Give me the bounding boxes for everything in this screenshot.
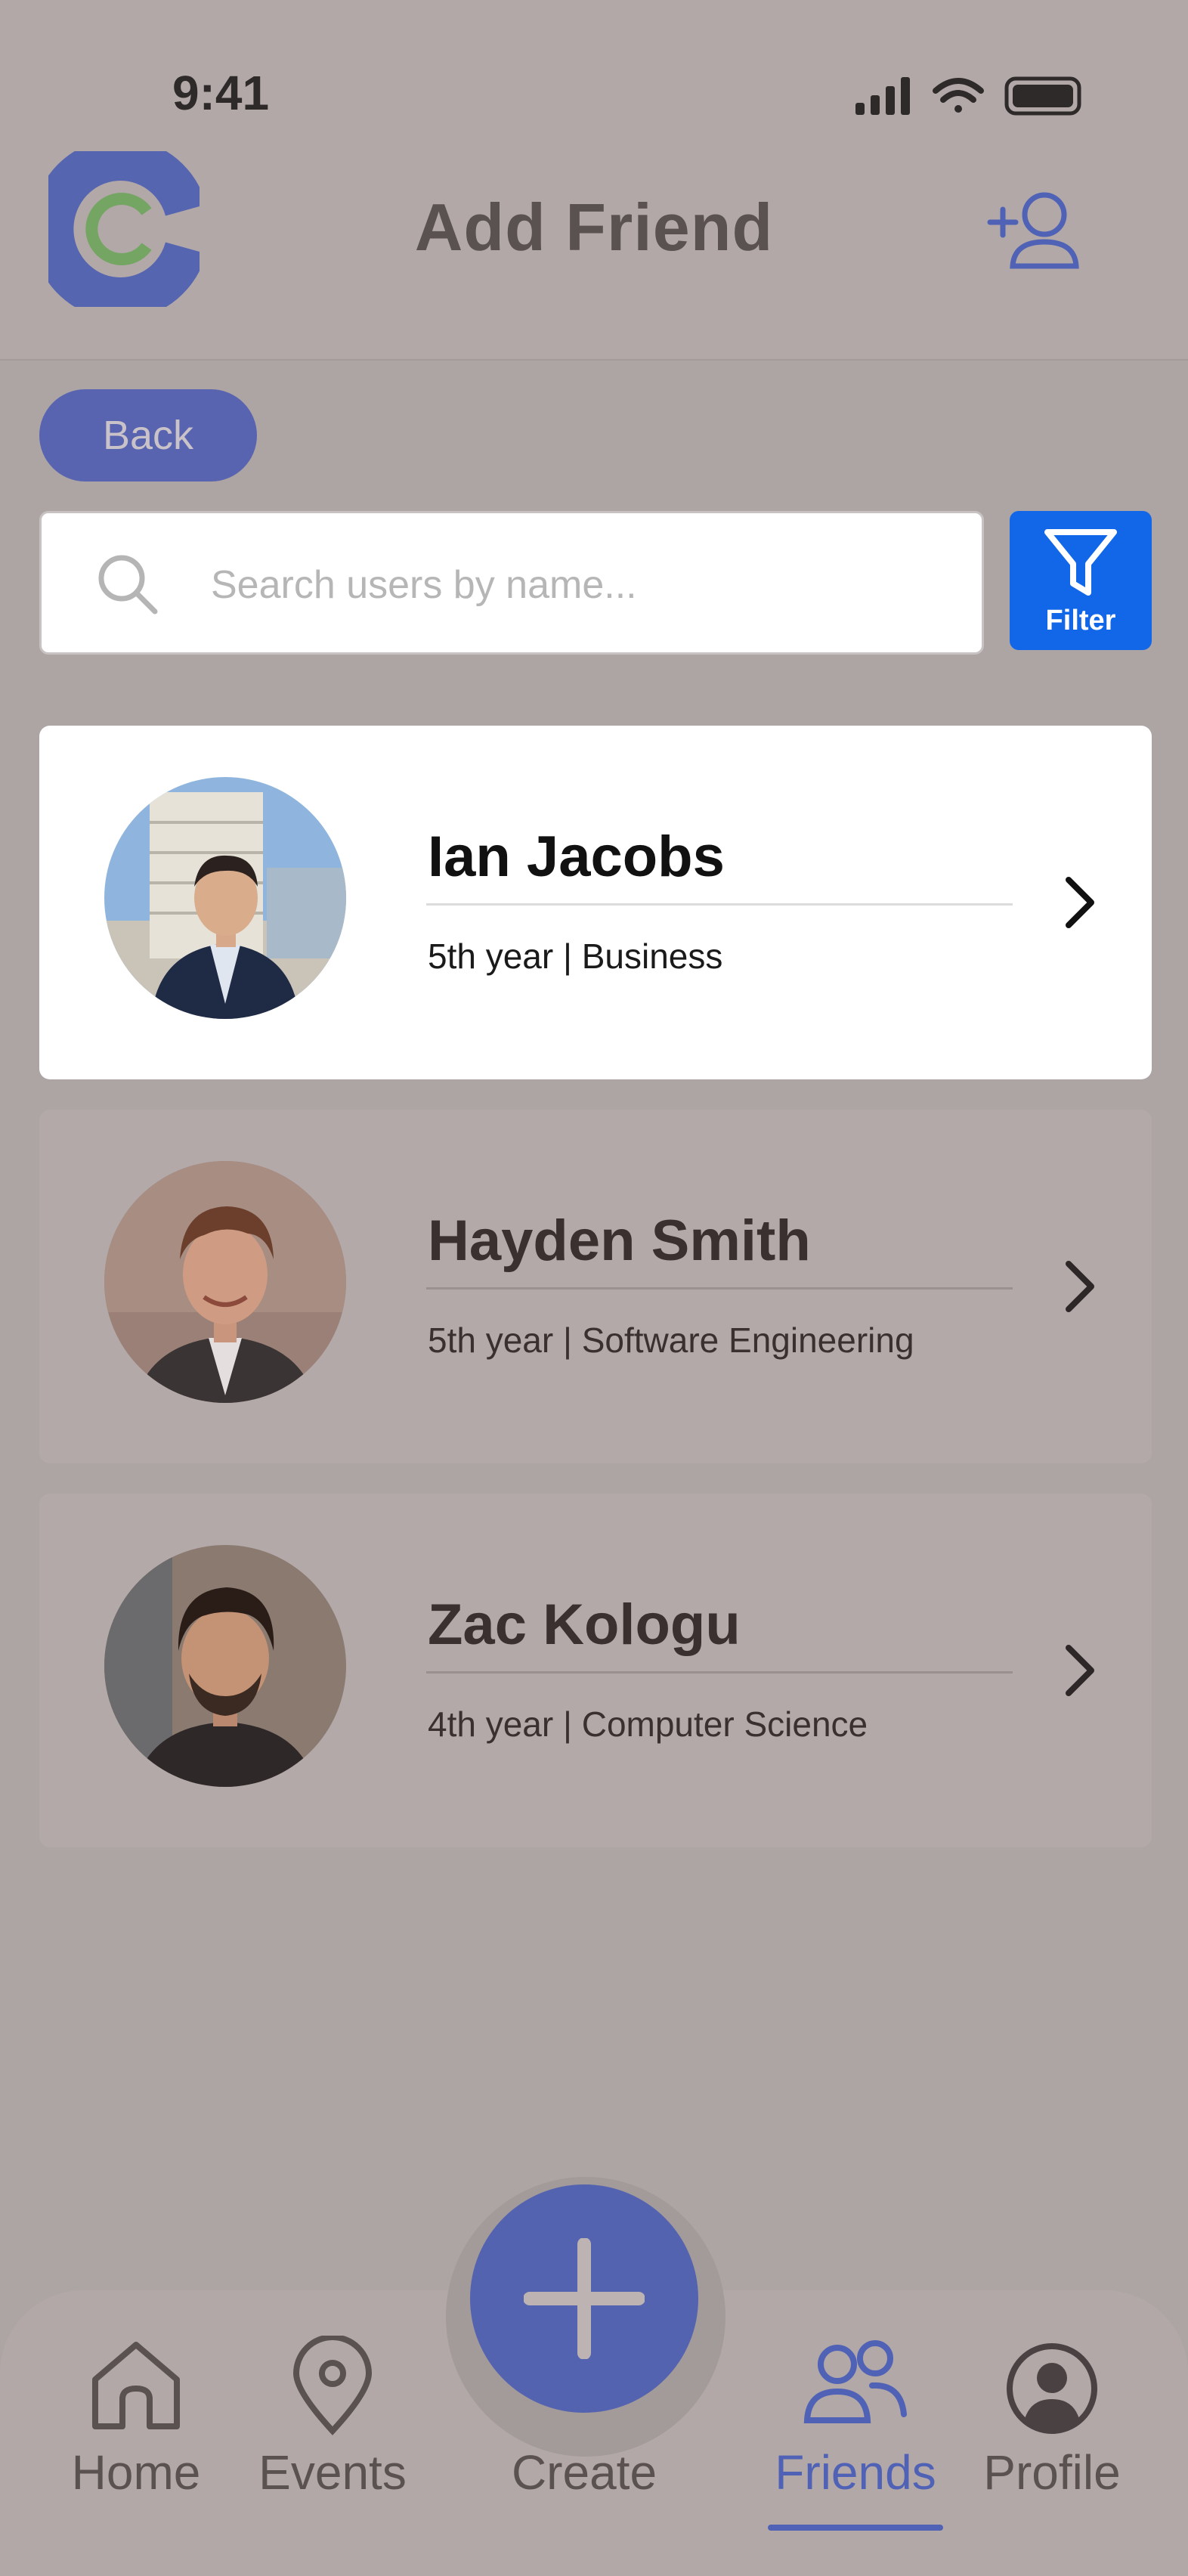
user-card[interactable]: Ian Jacobs 5th year | Business <box>39 726 1152 1079</box>
user-details: 4th year | Computer Science <box>428 1704 868 1744</box>
avatar <box>104 1545 346 1787</box>
user-details: 5th year | Software Engineering <box>428 1321 914 1360</box>
avatar <box>104 777 346 1019</box>
signal-icon <box>855 77 910 115</box>
filter-button[interactable]: Filter <box>1010 511 1152 650</box>
battery-icon <box>1004 76 1081 116</box>
create-button[interactable] <box>470 2184 698 2413</box>
nav-friends-label: Friends <box>775 2445 936 2500</box>
chevron-right-icon[interactable] <box>1057 1258 1102 1315</box>
filter-label: Filter <box>1045 605 1116 636</box>
plus-icon <box>524 2238 645 2359</box>
search-icon <box>98 555 158 615</box>
search-input[interactable] <box>209 553 953 618</box>
location-pin-icon <box>292 2336 373 2435</box>
nav-events-label: Events <box>258 2445 407 2500</box>
avatar <box>104 1161 346 1403</box>
active-tab-indicator <box>768 2525 943 2531</box>
user-name: Zac Kologu <box>428 1593 741 1657</box>
profile-icon <box>1007 2343 1097 2434</box>
user-name: Ian Jacobs <box>428 825 725 889</box>
back-button[interactable]: Back <box>39 389 257 481</box>
add-user-icon[interactable] <box>982 187 1081 271</box>
nav-events[interactable]: Events <box>234 2336 431 2517</box>
wifi-icon <box>933 78 984 113</box>
home-icon <box>92 2342 180 2429</box>
nav-home[interactable]: Home <box>38 2336 234 2517</box>
user-name: Hayden Smith <box>428 1209 811 1273</box>
divider <box>426 1287 1013 1290</box>
friends-icon <box>803 2340 907 2423</box>
chevron-right-icon[interactable] <box>1057 1642 1102 1699</box>
nav-create-label[interactable]: Create <box>484 2444 685 2500</box>
nav-home-label: Home <box>71 2445 201 2500</box>
status-time: 9:41 <box>172 66 270 120</box>
nav-profile-label: Profile <box>983 2445 1121 2500</box>
nav-friends[interactable]: Friends <box>756 2336 955 2517</box>
user-card[interactable]: Hayden Smith 5th year | Software Enginee… <box>39 1110 1152 1463</box>
chevron-right-icon[interactable] <box>1057 874 1102 931</box>
user-details: 5th year | Business <box>428 937 723 976</box>
search-bar <box>39 511 984 655</box>
filter-icon <box>1044 529 1117 596</box>
divider <box>426 903 1013 906</box>
nav-profile[interactable]: Profile <box>954 2336 1150 2517</box>
divider <box>426 1671 1013 1673</box>
status-icons <box>855 76 1081 116</box>
user-card[interactable]: Zac Kologu 4th year | Computer Science <box>39 1494 1152 1847</box>
